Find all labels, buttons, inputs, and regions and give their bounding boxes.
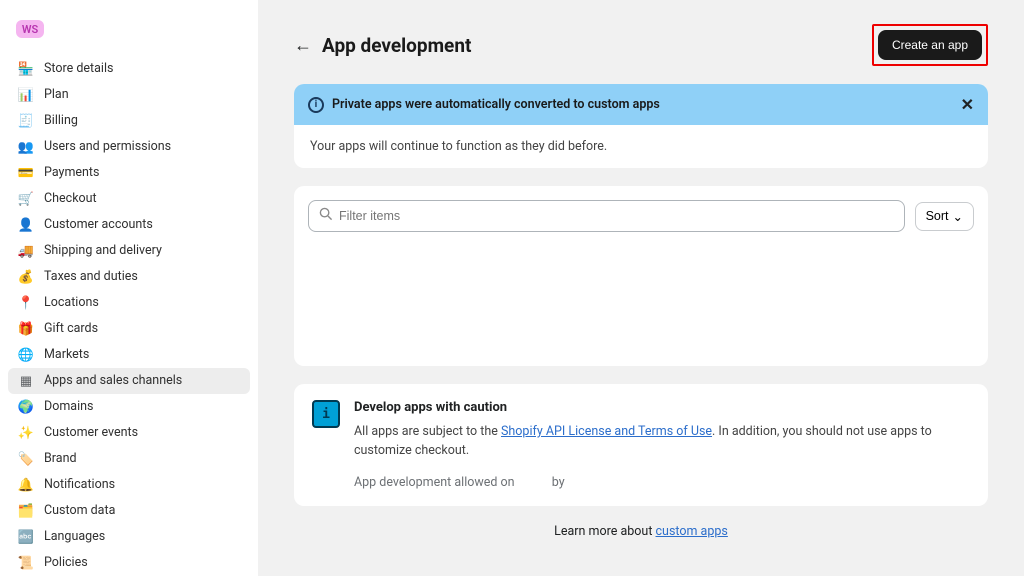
sidebar-item-billing[interactable]: 🧾 Billing xyxy=(8,108,250,134)
money-icon: 💰 xyxy=(18,269,34,285)
sidebar-item-label: Apps and sales channels xyxy=(44,375,182,388)
sidebar-item-label: Locations xyxy=(44,297,99,310)
filter-input-wrap[interactable] xyxy=(308,200,905,232)
bell-icon: 🔔 xyxy=(18,477,34,493)
language-icon: 🔤 xyxy=(18,529,34,545)
sidebar-item-brand[interactable]: 🏷️ Brand xyxy=(8,446,250,472)
sidebar-item-label: Customer accounts xyxy=(44,219,153,232)
policy-icon: 📜 xyxy=(18,555,34,571)
api-license-link[interactable]: Shopify API License and Terms of Use xyxy=(501,424,712,439)
card-icon: 💳 xyxy=(18,165,34,181)
caution-text: All apps are subject to the Shopify API … xyxy=(354,423,970,461)
sidebar-item-label: Policies xyxy=(44,557,88,570)
caution-allowed-by: by xyxy=(552,475,565,490)
caution-allowed-prefix: App development allowed on xyxy=(354,475,515,490)
sidebar-item-taxes[interactable]: 💰 Taxes and duties xyxy=(8,264,250,290)
sort-label: Sort xyxy=(926,209,949,223)
learn-more: Learn more about custom apps xyxy=(294,524,988,539)
sidebar-item-apps[interactable]: ▦ Apps and sales channels xyxy=(8,368,250,394)
sidebar-item-label: Checkout xyxy=(44,193,97,206)
main-content: ← App development Create an app i Privat… xyxy=(258,0,1024,576)
caution-title: Develop apps with caution xyxy=(354,400,970,415)
sidebar-item-label: Billing xyxy=(44,115,78,128)
create-app-button[interactable]: Create an app xyxy=(878,30,982,60)
chevron-down-icon: ⌄ xyxy=(953,209,963,224)
caution-prefix: All apps are subject to the xyxy=(354,424,501,439)
sidebar-item-plan[interactable]: 📊 Plan xyxy=(8,82,250,108)
close-icon[interactable]: ✕ xyxy=(961,95,974,114)
workspace-badge[interactable]: WS xyxy=(16,20,44,38)
filter-card: Sort ⌄ xyxy=(294,186,988,366)
data-icon: 🗂️ xyxy=(18,503,34,519)
sidebar-item-label: Store details xyxy=(44,63,113,76)
learn-more-prefix: Learn more about xyxy=(554,524,655,539)
truck-icon: 🚚 xyxy=(18,243,34,259)
store-icon: 🏪 xyxy=(18,61,34,77)
search-icon xyxy=(319,207,333,225)
custom-apps-link[interactable]: custom apps xyxy=(656,524,728,539)
sidebar-item-checkout[interactable]: 🛒 Checkout xyxy=(8,186,250,212)
back-arrow-icon[interactable]: ← xyxy=(294,35,312,56)
caution-card: i Develop apps with caution All apps are… xyxy=(294,384,988,506)
brand-icon: 🏷️ xyxy=(18,451,34,467)
sidebar-item-domains[interactable]: 🌍 Domains xyxy=(8,394,250,420)
sidebar-item-label: Customer events xyxy=(44,427,138,440)
create-highlight: Create an app xyxy=(872,24,988,66)
sidebar-item-label: Shipping and delivery xyxy=(44,245,162,258)
sidebar-item-users[interactable]: 👥 Users and permissions xyxy=(8,134,250,160)
person-icon: 👤 xyxy=(18,217,34,233)
sidebar-item-customer-events[interactable]: ✨ Customer events xyxy=(8,420,250,446)
sort-button[interactable]: Sort ⌄ xyxy=(915,202,974,231)
globe-icon: 🌐 xyxy=(18,347,34,363)
banner-message: Private apps were automatically converte… xyxy=(332,97,953,112)
caution-meta: App development allowed on by xyxy=(354,475,970,490)
pin-icon: 📍 xyxy=(18,295,34,311)
filter-input[interactable] xyxy=(339,209,894,223)
banner-card: i Private apps were automatically conver… xyxy=(294,84,988,168)
sidebar-item-store-details[interactable]: 🏪 Store details xyxy=(8,56,250,82)
cart-icon: 🛒 xyxy=(18,191,34,207)
sidebar-item-label: Users and permissions xyxy=(44,141,171,154)
receipt-icon: 🧾 xyxy=(18,113,34,129)
sidebar-item-languages[interactable]: 🔤 Languages xyxy=(8,524,250,550)
chart-icon: 📊 xyxy=(18,87,34,103)
sidebar-item-label: Notifications xyxy=(44,479,115,492)
sidebar-item-label: Custom data xyxy=(44,505,115,518)
apps-icon: ▦ xyxy=(18,373,34,389)
sidebar-item-label: Brand xyxy=(44,453,77,466)
sidebar-item-locations[interactable]: 📍 Locations xyxy=(8,290,250,316)
sidebar-item-label: Gift cards xyxy=(44,323,98,336)
sidebar-item-label: Payments xyxy=(44,167,99,180)
domain-icon: 🌍 xyxy=(18,399,34,415)
gift-icon: 🎁 xyxy=(18,321,34,337)
info-icon: i xyxy=(308,97,324,113)
sidebar: WS 🏪 Store details 📊 Plan 🧾 Billing 👥 Users … xyxy=(0,0,258,576)
sidebar-item-shipping[interactable]: 🚚 Shipping and delivery xyxy=(8,238,250,264)
caution-icon: i xyxy=(312,400,340,428)
sidebar-item-policies[interactable]: 📜 Policies xyxy=(8,550,250,576)
sidebar-item-label: Markets xyxy=(44,349,89,362)
sidebar-item-notifications[interactable]: 🔔 Notifications xyxy=(8,472,250,498)
sidebar-item-label: Plan xyxy=(44,89,69,102)
sidebar-item-payments[interactable]: 💳 Payments xyxy=(8,160,250,186)
sidebar-item-gift-cards[interactable]: 🎁 Gift cards xyxy=(8,316,250,342)
events-icon: ✨ xyxy=(18,425,34,441)
sidebar-item-customer-accounts[interactable]: 👤 Customer accounts xyxy=(8,212,250,238)
sidebar-nav: 🏪 Store details 📊 Plan 🧾 Billing 👥 Users and… xyxy=(0,56,258,576)
sidebar-item-label: Domains xyxy=(44,401,94,414)
banner-body: Your apps will continue to function as t… xyxy=(294,125,988,168)
info-banner: i Private apps were automatically conver… xyxy=(294,84,988,125)
sidebar-item-label: Taxes and duties xyxy=(44,271,138,284)
sidebar-item-label: Languages xyxy=(44,531,105,544)
page-header: ← App development Create an app xyxy=(294,24,988,66)
users-icon: 👥 xyxy=(18,139,34,155)
page-title: App development xyxy=(322,34,471,57)
sidebar-item-custom-data[interactable]: 🗂️ Custom data xyxy=(8,498,250,524)
sidebar-item-markets[interactable]: 🌐 Markets xyxy=(8,342,250,368)
